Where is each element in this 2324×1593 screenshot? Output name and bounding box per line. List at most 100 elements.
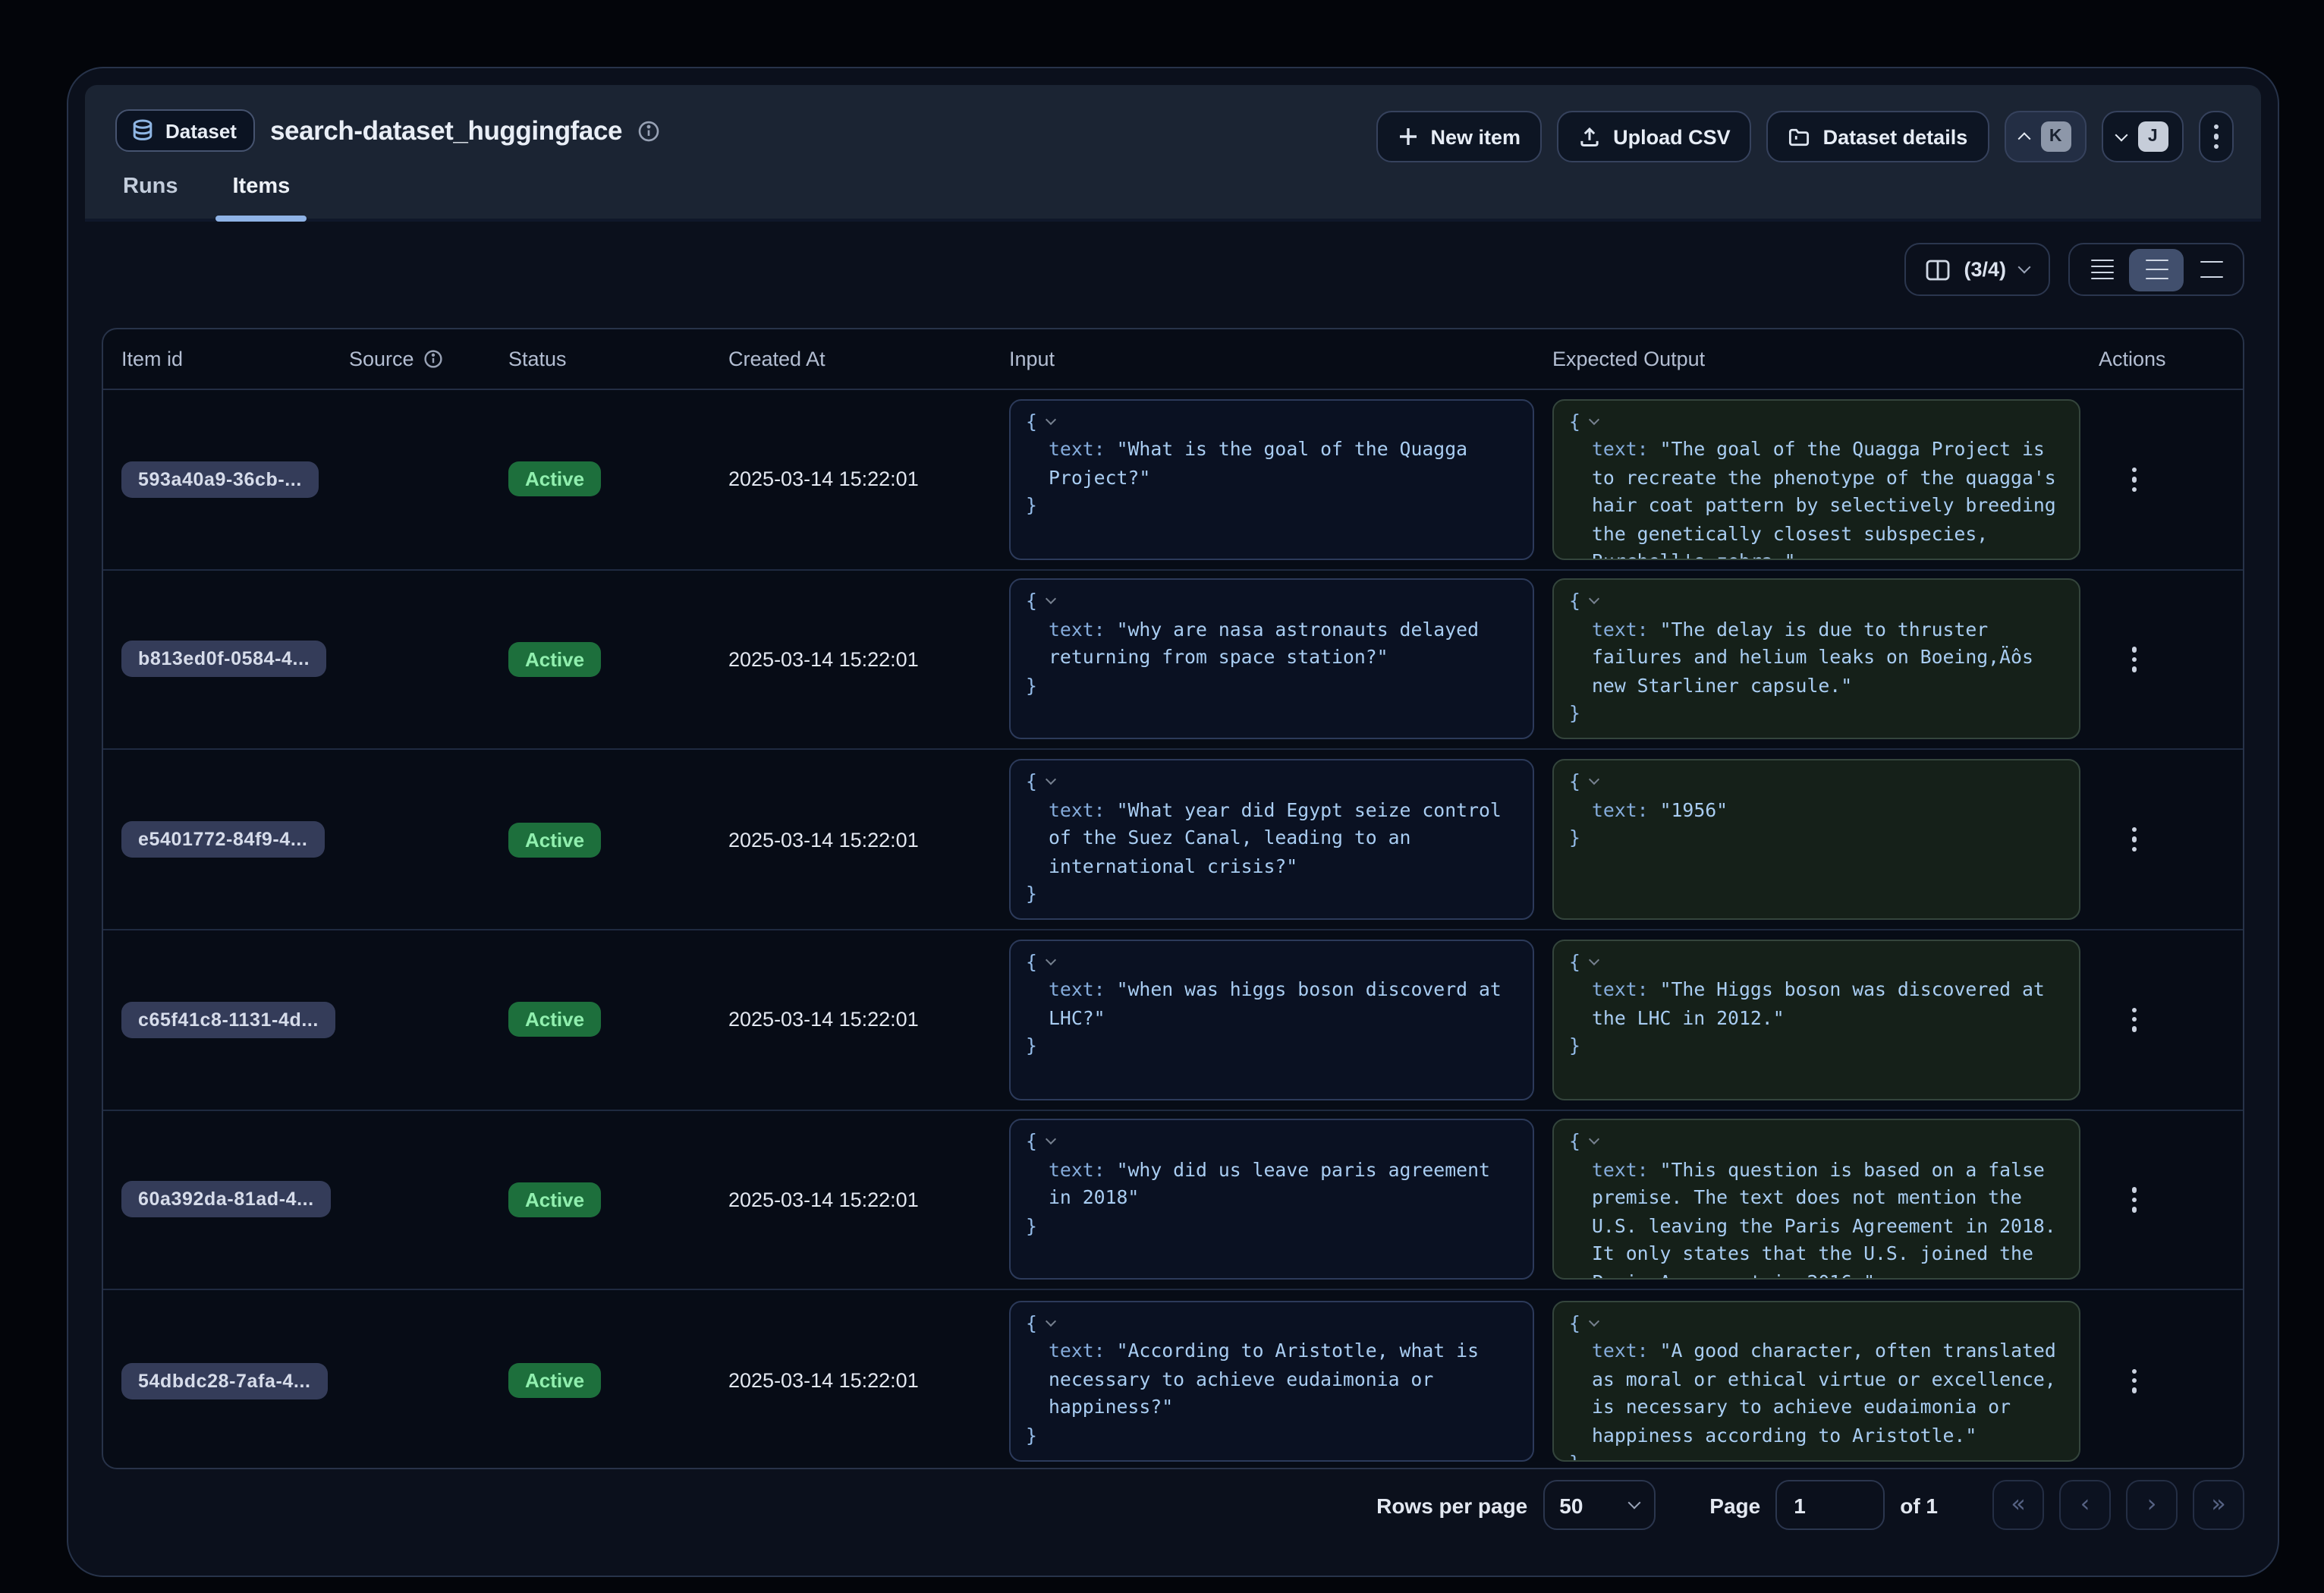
app-window: Dataset search-dataset_huggingface New i… <box>67 67 2279 1577</box>
item-id-pill[interactable]: e5401772-84f9-4... <box>121 821 324 858</box>
item-id-pill[interactable]: 60a392da-81ad-4... <box>121 1182 331 1218</box>
next-item-button[interactable]: J <box>2101 111 2183 162</box>
item-id-pill[interactable]: 54dbdc28-7afa-4... <box>121 1362 328 1399</box>
row-height-segmented-control <box>2068 243 2244 296</box>
row-height-compact-option[interactable] <box>2074 248 2129 291</box>
more-menu-button[interactable] <box>2198 111 2234 162</box>
output-text-value: "The goal of the Quagga Project is to re… <box>1592 438 2056 560</box>
output-json-box[interactable]: { text: "The delay is due to thruster fa… <box>1552 579 2080 740</box>
output-json-box[interactable]: { text: "The goal of the Quagga Project … <box>1552 399 2080 560</box>
output-text-value: "The Higgs boson was discovered at the L… <box>1592 978 2045 1029</box>
output-json-box[interactable]: { text: "1956" } <box>1552 759 2080 920</box>
collapse-chevron-icon[interactable] <box>1046 774 1057 785</box>
json-key: text: <box>1049 618 1105 641</box>
folder-icon <box>1788 125 1811 148</box>
pagination: Rows per page 50 Page of 1 « ‹ › » <box>102 1480 2244 1530</box>
chevron-down-icon <box>2115 128 2127 141</box>
input-json-box[interactable]: { text: "when was higgs boson discoverd … <box>1009 940 1534 1100</box>
collapse-chevron-icon[interactable] <box>1590 955 1600 965</box>
input-json-box[interactable]: { text: "According to Aristotle, what is… <box>1009 1300 1534 1461</box>
status-badge: Active <box>508 1182 601 1217</box>
tab-runs[interactable]: Runs <box>115 175 186 219</box>
output-json-box[interactable]: { text: "A good character, often transla… <box>1552 1300 2080 1461</box>
collapse-chevron-icon[interactable] <box>1590 1315 1600 1326</box>
collapse-chevron-icon[interactable] <box>1590 414 1600 425</box>
actions-cell <box>2080 1359 2243 1402</box>
columns-visibility-button[interactable]: (3/4) <box>1904 243 2050 296</box>
item-id-cell: c65f41c8-1131-4d... <box>103 1002 331 1038</box>
last-page-button[interactable]: » <box>2193 1480 2244 1530</box>
input-json-box[interactable]: { text: "why did us leave paris agreemen… <box>1009 1119 1534 1280</box>
output-json-box[interactable]: { text: "The Higgs boson was discovered … <box>1552 940 2080 1100</box>
row-actions-button[interactable] <box>2123 638 2146 681</box>
row-actions-button[interactable] <box>2123 818 2146 861</box>
row-height-tall-option[interactable] <box>2184 248 2238 291</box>
new-item-label: New item <box>1431 125 1521 148</box>
input-cell: { text: "why are nasa astronauts delayed… <box>991 570 1534 748</box>
input-text-value: "why did us leave paris agreement in 201… <box>1049 1158 1490 1209</box>
expected-output-cell: { text: "The delay is due to thruster fa… <box>1534 570 2080 748</box>
collapse-chevron-icon[interactable] <box>1046 1315 1057 1326</box>
input-cell: { text: "What is the goal of the Quagga … <box>991 390 1534 568</box>
new-item-button[interactable]: New item <box>1376 111 1543 162</box>
input-json-box[interactable]: { text: "why are nasa astronauts delayed… <box>1009 579 1534 740</box>
stage: Dataset search-dataset_huggingface New i… <box>0 0 2324 1593</box>
first-page-button[interactable]: « <box>1992 1480 2044 1530</box>
collapse-chevron-icon[interactable] <box>1046 594 1057 605</box>
item-id-pill[interactable]: c65f41c8-1131-4d... <box>121 1002 335 1038</box>
collapse-chevron-icon[interactable] <box>1046 955 1057 965</box>
item-id-cell: e5401772-84f9-4... <box>103 821 331 858</box>
page-number-input[interactable] <box>1775 1480 1885 1530</box>
output-json-box[interactable]: { text: "This question is based on a fal… <box>1552 1119 2080 1280</box>
dataset-details-button[interactable]: Dataset details <box>1767 111 1989 162</box>
item-id-pill[interactable]: b813ed0f-0584-4... <box>121 641 326 678</box>
input-text-value: "What year did Egypt seize control of th… <box>1049 798 1502 877</box>
database-icon <box>131 118 155 143</box>
row-actions-button[interactable] <box>2123 1359 2146 1402</box>
column-header-actions: Actions <box>2080 348 2243 370</box>
columns-count-label: (3/4) <box>1964 258 2006 281</box>
collapse-chevron-icon[interactable] <box>1046 414 1057 425</box>
created-at-cell: 2025-03-14 15:22:01 <box>710 1369 991 1392</box>
info-icon[interactable] <box>423 349 443 369</box>
shortcut-keycap-k: K <box>2040 121 2071 152</box>
density-medium-icon <box>2145 260 2168 280</box>
output-text-value: "A good character, often translated as m… <box>1592 1339 2056 1446</box>
header-actions: New item Upload CSV <box>1376 111 2234 162</box>
table-header-row: Item id Source Status Created At Input E… <box>103 329 2243 390</box>
upload-csv-button[interactable]: Upload CSV <box>1557 111 1752 162</box>
items-table: Item id Source Status Created At Input E… <box>102 328 2244 1469</box>
rows-per-page-select[interactable]: 50 <box>1543 1480 1655 1530</box>
collapse-chevron-icon[interactable] <box>1590 774 1600 785</box>
row-actions-button[interactable] <box>2123 458 2146 500</box>
input-cell: { text: "when was higgs boson discoverd … <box>991 930 1534 1109</box>
tab-items[interactable]: Items <box>225 175 298 219</box>
row-height-medium-option[interactable] <box>2129 248 2184 291</box>
collapse-chevron-icon[interactable] <box>1590 594 1600 605</box>
row-actions-button[interactable] <box>2123 998 2146 1040</box>
input-json-box[interactable]: { text: "What year did Egypt seize contr… <box>1009 759 1534 920</box>
next-page-button[interactable]: › <box>2126 1480 2178 1530</box>
input-text-value: "why are nasa astronauts delayed returni… <box>1049 618 1479 669</box>
row-actions-button[interactable] <box>2123 1179 2146 1221</box>
status-cell: Active <box>490 462 710 497</box>
column-header-expected-output: Expected Output <box>1534 348 2080 370</box>
prev-item-button[interactable]: K <box>2004 111 2086 162</box>
status-badge: Active <box>508 1003 601 1037</box>
previous-page-button[interactable]: ‹ <box>2059 1480 2111 1530</box>
collapse-chevron-icon[interactable] <box>1590 1135 1600 1145</box>
upload-icon <box>1578 125 1601 148</box>
pagination-nav: « ‹ › » <box>1992 1480 2244 1530</box>
info-icon[interactable] <box>637 119 660 142</box>
collapse-chevron-icon[interactable] <box>1046 1135 1057 1145</box>
item-id-cell: 54dbdc28-7afa-4... <box>103 1362 331 1399</box>
created-at-cell: 2025-03-14 15:22:01 <box>710 468 991 491</box>
item-id-pill[interactable]: 593a40a9-36cb-... <box>121 461 319 498</box>
input-text-value: "According to Aristotle, what is necessa… <box>1049 1339 1479 1418</box>
column-header-item-id: Item id <box>103 348 331 370</box>
expected-output-cell: { text: "This question is based on a fal… <box>1534 1110 2080 1289</box>
chevron-up-icon <box>2017 132 2030 145</box>
json-key: text: <box>1049 1158 1105 1181</box>
input-json-box[interactable]: { text: "What is the goal of the Quagga … <box>1009 399 1534 560</box>
dataset-badge: Dataset <box>115 109 255 152</box>
